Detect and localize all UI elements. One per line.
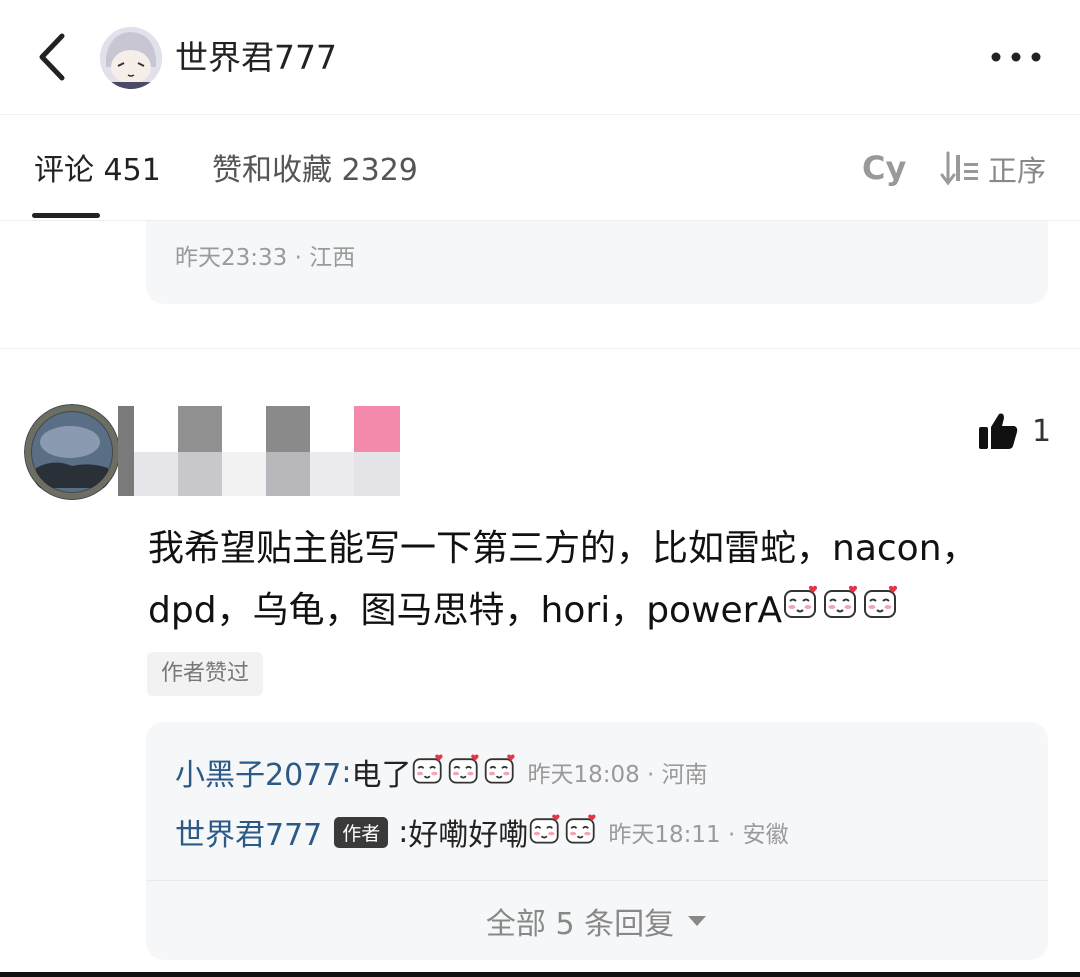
bottom-edge xyxy=(0,972,1080,977)
blush-emoji-icon xyxy=(782,581,822,643)
reply-meta: 昨天18:08 · 河南 xyxy=(527,762,708,788)
chevron-left-icon xyxy=(39,33,65,81)
author-tag: 作者 xyxy=(334,816,389,848)
more-options-button[interactable] xyxy=(988,40,1044,74)
tab-likes-favorites[interactable]: 赞和收藏 2329 xyxy=(212,151,418,191)
blush-emoji-icon xyxy=(862,581,902,643)
like-button[interactable]: 1 xyxy=(978,412,1051,450)
like-count: 1 xyxy=(1032,413,1052,449)
blush-emoji-icon xyxy=(483,752,519,792)
sort-button[interactable]: 正序 xyxy=(940,149,1046,189)
blush-emoji-icon xyxy=(822,581,862,643)
author-liked-badge: 作者赞过 xyxy=(147,652,264,696)
divider xyxy=(0,348,1080,349)
reply-text: 好嘞好嘞 xyxy=(408,818,529,853)
tab-bar: 评论 451 赞和收藏 2329 Cy 正序 xyxy=(0,115,1080,221)
previous-reply-meta: 昨天23:33 · 江西 xyxy=(175,245,356,271)
page-title: 世界君777 xyxy=(175,38,337,77)
back-button[interactable] xyxy=(34,30,74,84)
divider xyxy=(146,880,1048,881)
avatar[interactable] xyxy=(100,27,162,89)
sort-icon xyxy=(940,151,978,186)
filter-button[interactable]: Cy xyxy=(862,149,906,187)
caret-down-icon xyxy=(688,916,707,926)
commenter-avatar[interactable] xyxy=(24,404,120,500)
reply-row: 世界君777 作者 : 好嘞好嘞 昨天18:11 · 安徽 xyxy=(175,810,789,854)
blurred-username xyxy=(118,406,402,496)
sort-label: 正序 xyxy=(988,154,1047,188)
view-all-replies-label: 全部 5 条回复 xyxy=(485,907,675,942)
blush-emoji-icon xyxy=(411,752,447,792)
tab-comments[interactable]: 评论 451 xyxy=(34,151,161,191)
view-all-replies-button[interactable]: 全部 5 条回复 xyxy=(146,884,1048,958)
thumbs-up-icon xyxy=(979,413,1018,449)
blush-emoji-icon xyxy=(528,812,564,852)
active-tab-indicator xyxy=(32,213,100,218)
reply-row: 小黑子2077 : 电了 昨天18:08 · 河南 xyxy=(175,750,708,794)
reply-username[interactable]: 小黑子2077 xyxy=(175,750,341,794)
more-dots-icon xyxy=(991,52,1041,62)
reply-colon: : xyxy=(398,814,409,850)
blush-emoji-icon xyxy=(564,812,600,852)
comment-text: 我希望贴主能写一下第三方的，比如雷蛇，nacon，dpd，乌龟，图马思特，hor… xyxy=(148,518,1028,643)
reply-meta: 昨天18:11 · 安徽 xyxy=(608,822,789,848)
blush-emoji-icon xyxy=(447,752,483,792)
reply-text: 电了 xyxy=(351,758,412,793)
top-bar xyxy=(0,0,1080,115)
reply-colon: : xyxy=(341,754,352,790)
reply-username[interactable]: 世界君777 xyxy=(175,810,322,854)
